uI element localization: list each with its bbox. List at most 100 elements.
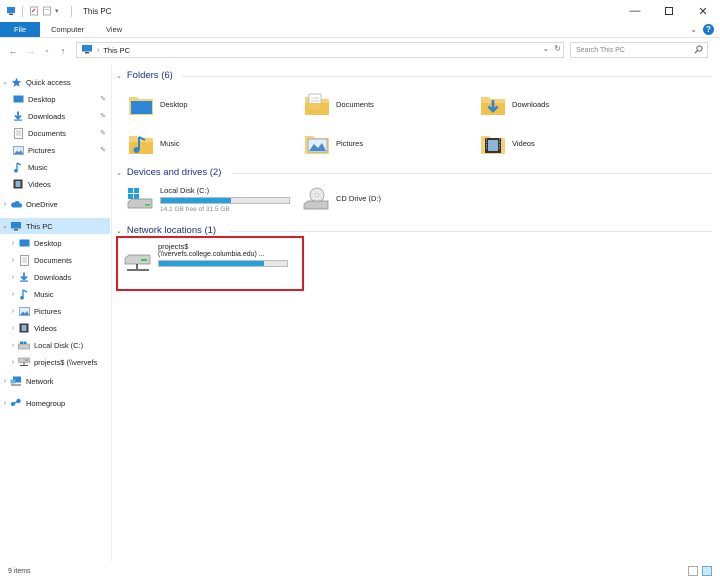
up-arrow-icon: ↑	[60, 46, 66, 56]
drive-free-space: 14.1 GB free of 31.5 GB	[160, 206, 230, 213]
document-icon	[12, 127, 24, 139]
sidebar-item-label: Homegroup	[26, 398, 66, 408]
maximize-button[interactable]	[652, 0, 686, 22]
download-icon	[12, 111, 24, 122]
video-icon	[18, 323, 30, 334]
tab-view[interactable]: View	[95, 22, 133, 37]
network-drive-icon	[18, 357, 30, 368]
expand-chevron-icon[interactable]: ›	[8, 257, 18, 264]
drive-local-disk[interactable]: Local Disk (C:) 14.1 GB free of 31.5 GB	[126, 186, 290, 213]
folder-label: Music	[160, 138, 180, 148]
expand-chevron-icon[interactable]: ›	[0, 378, 10, 385]
sidebar-item-pc-pictures[interactable]: › Pictures	[0, 303, 110, 319]
folder-label: Downloads	[512, 99, 550, 109]
folder-pictures[interactable]: Pictures	[304, 125, 464, 161]
chevron-down-icon: ▾	[45, 48, 49, 55]
status-bar: 9 items	[0, 562, 720, 580]
expand-chevron-icon[interactable]: ›	[0, 201, 10, 208]
sidebar-item-videos[interactable]: Videos	[0, 176, 110, 192]
folder-label: Documents	[336, 99, 374, 109]
properties-icon[interactable]	[29, 6, 39, 16]
collapse-chevron-icon: ⌄	[116, 72, 122, 80]
sidebar-item-pc-downloads[interactable]: › Downloads	[0, 269, 110, 285]
search-field[interactable]: Search This PC	[570, 42, 708, 58]
computer-icon	[81, 44, 93, 56]
sidebar-item-pc-desktop[interactable]: › Desktop	[0, 235, 110, 251]
section-header-network[interactable]: ⌄ Network locations (1)	[116, 225, 216, 236]
sidebar-item-homegroup[interactable]: › Homegroup	[0, 395, 110, 411]
sidebar-item-desktop[interactable]: Desktop ✎	[0, 91, 110, 107]
chevron-down-icon[interactable]: ⌄	[543, 44, 550, 53]
sidebar-item-downloads[interactable]: Downloads ✎	[0, 108, 110, 124]
tab-computer[interactable]: Computer	[40, 22, 95, 37]
expand-chevron-icon[interactable]: ›	[8, 274, 18, 281]
help-icon[interactable]: ?	[703, 24, 714, 35]
document-icon	[18, 254, 30, 266]
search-icon	[694, 45, 703, 56]
section-title: Network locations (1)	[126, 225, 217, 236]
expand-chevron-icon[interactable]: ›	[8, 325, 18, 332]
folder-downloads[interactable]: Downloads	[480, 86, 640, 122]
sidebar-item-pictures[interactable]: Pictures ✎	[0, 142, 110, 158]
documents-folder-icon	[304, 91, 330, 117]
drive-cd[interactable]: CD Drive (D:)	[302, 186, 381, 212]
customize-toolbar-chevron-icon[interactable]: ▾	[55, 6, 65, 16]
pin-icon: ✎	[100, 96, 106, 103]
recent-locations-button[interactable]: ▾	[40, 44, 54, 58]
folder-documents[interactable]: Documents	[304, 86, 464, 122]
sidebar-item-network[interactable]: › Network	[0, 373, 110, 389]
quick-access-toolbar: ▾	[0, 5, 75, 17]
expand-ribbon-chevron-icon[interactable]: ⌄	[690, 25, 697, 34]
highlight-annotation-box	[116, 236, 304, 291]
disk-icon	[126, 186, 154, 212]
download-icon	[18, 272, 30, 283]
tiles-view-icon[interactable]	[702, 566, 712, 576]
sidebar-item-pc-documents[interactable]: › Documents	[0, 252, 110, 268]
sidebar-item-documents[interactable]: Documents ✎	[0, 125, 110, 141]
sidebar-item-pc-videos[interactable]: › Videos	[0, 320, 110, 336]
section-title: Devices and drives (2)	[126, 167, 222, 178]
ribbon-right-controls: ⌄ ?	[690, 24, 714, 35]
forward-button[interactable]: →	[24, 44, 38, 58]
close-button[interactable]: ✕	[686, 0, 720, 22]
expand-chevron-icon[interactable]: ›	[8, 342, 18, 349]
expand-chevron-icon[interactable]: ›	[8, 308, 18, 315]
expand-chevron-icon[interactable]: ⌄	[0, 78, 10, 86]
folder-label: Videos	[512, 138, 535, 148]
sidebar-item-pc-music[interactable]: › Music	[0, 286, 110, 302]
refresh-icon[interactable]: ↻	[554, 44, 561, 53]
sidebar-item-music[interactable]: Music	[0, 159, 110, 175]
address-field[interactable]: › This PC ⌄ ↻	[76, 42, 564, 58]
network-icon	[10, 376, 22, 387]
expand-chevron-icon[interactable]: ›	[8, 240, 18, 247]
sidebar-item-local-disk[interactable]: › Local Disk (C:)	[0, 337, 110, 353]
up-button[interactable]: ↑	[56, 44, 70, 58]
sidebar-item-onedrive[interactable]: › OneDrive	[0, 196, 110, 212]
expand-chevron-icon[interactable]: ›	[8, 359, 18, 366]
drive-usage-bar	[160, 197, 290, 204]
section-header-folders[interactable]: ⌄ Folders (6)	[116, 70, 173, 81]
sidebar-item-this-pc[interactable]: ⌄ This PC	[0, 218, 110, 234]
music-folder-icon	[128, 130, 154, 156]
ribbon-tabs: File Computer View ⌄ ?	[0, 22, 720, 38]
section-divider	[232, 173, 712, 174]
folder-desktop[interactable]: Desktop	[128, 86, 288, 122]
sidebar-item-quick-access[interactable]: ⌄ Quick access	[0, 74, 110, 90]
sidebar-item-projects-share[interactable]: › projects$ (\\vervefs	[0, 354, 110, 370]
folder-music[interactable]: Music	[128, 125, 288, 161]
expand-chevron-icon[interactable]: ›	[8, 291, 18, 298]
sidebar-item-label: Desktop	[34, 238, 62, 248]
new-folder-icon[interactable]	[42, 6, 52, 16]
minimize-button[interactable]: —	[618, 0, 652, 22]
search-input[interactable]: Search This PC	[576, 47, 625, 54]
folder-videos[interactable]: Videos	[480, 125, 640, 161]
breadcrumb-chevron-icon: ›	[97, 46, 100, 54]
expand-chevron-icon[interactable]: ⌄	[0, 222, 10, 230]
breadcrumb[interactable]: This PC	[103, 46, 130, 55]
picture-icon	[12, 145, 24, 156]
back-button[interactable]: ←	[6, 44, 20, 58]
details-view-icon[interactable]	[688, 566, 698, 576]
tab-file[interactable]: File	[0, 22, 41, 37]
section-header-drives[interactable]: ⌄ Devices and drives (2)	[116, 167, 221, 178]
expand-chevron-icon[interactable]: ›	[0, 400, 10, 407]
